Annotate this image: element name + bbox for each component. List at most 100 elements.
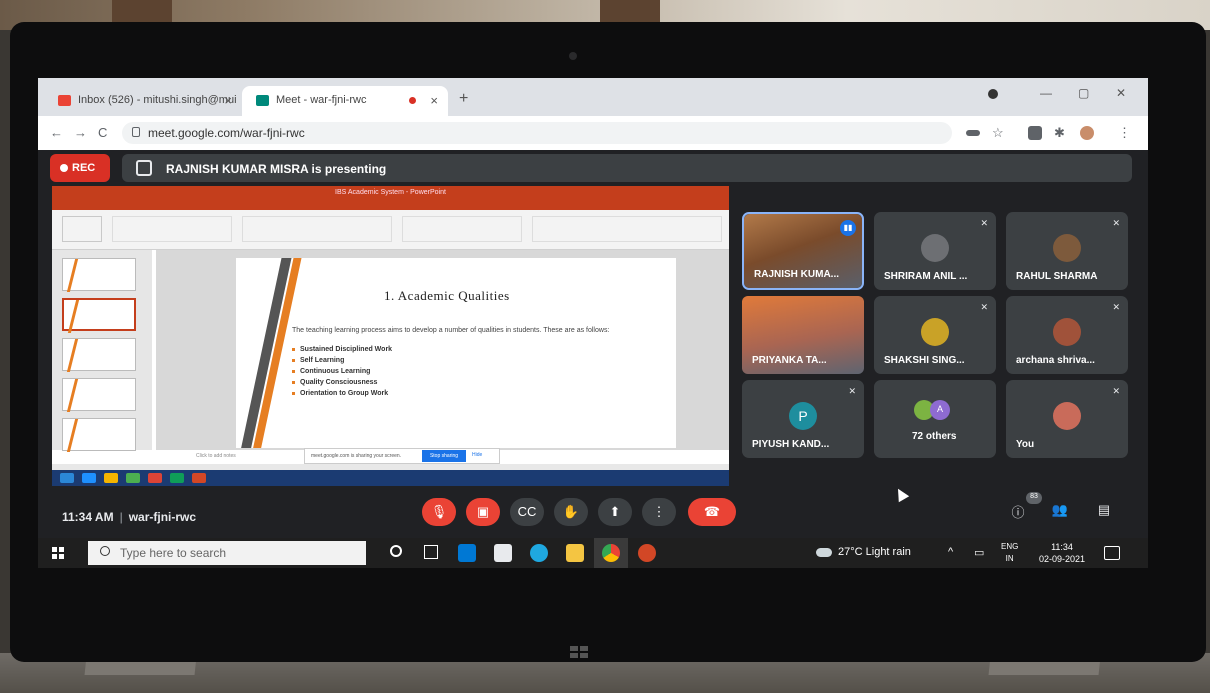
mic-off-icon: ✕ (1112, 218, 1120, 228)
powerpoint-icon[interactable] (638, 544, 656, 562)
recording-dot-icon (409, 97, 416, 104)
back-button[interactable]: ← (50, 125, 63, 140)
participant-avatar (1053, 234, 1081, 262)
taskbar-clock[interactable]: 11:34 02-09-2021 (1034, 541, 1090, 565)
clock-date: 02-09-2021 (1038, 554, 1086, 564)
participant-tile[interactable]: PRIYANKA TA... (742, 296, 864, 374)
mic-off-button[interactable]: 🎙 (422, 498, 456, 526)
profile-avatar[interactable] (1080, 126, 1094, 140)
start-button[interactable] (52, 547, 64, 559)
participant-tile[interactable]: ✕ RAHUL SHARMA (1006, 212, 1128, 290)
hide-button[interactable]: Hide (472, 452, 482, 458)
participant-initial-avatar: P (789, 402, 817, 430)
powerpoint-title-bar: IBS Academic System - PowerPoint (52, 186, 729, 210)
participant-name: PRIYANKA TA... (752, 355, 827, 366)
participant-avatar (1053, 318, 1081, 346)
self-name: You (1016, 439, 1035, 450)
url-input[interactable]: meet.google.com/war-fjni-rwc (122, 122, 952, 144)
participant-tile[interactable]: ✕ archana shriva... (1006, 296, 1128, 374)
edge-icon[interactable] (530, 544, 548, 562)
windows-logo-icon (570, 646, 590, 660)
slide-bullet: Orientation to Group Work (292, 390, 392, 401)
new-tab-button[interactable]: + (459, 90, 468, 108)
taskbar-search-input[interactable]: Type here to search (88, 541, 366, 565)
ie-icon (82, 473, 96, 483)
self-tile[interactable]: ✕ You (1006, 380, 1128, 458)
camera-in-use-icon[interactable] (966, 130, 980, 136)
store-icon[interactable] (494, 544, 512, 562)
slide-bullet: Quality Consciousness (292, 379, 392, 390)
start-icon (60, 473, 74, 483)
close-window-button[interactable]: ✕ (1116, 86, 1126, 100)
mail-icon[interactable] (458, 544, 476, 562)
slide-bullet-list: Sustained Disciplined Work Self Learning… (292, 346, 392, 401)
chat-icon[interactable]: ▤ (1094, 502, 1114, 522)
mic-off-icon: ✕ (1112, 386, 1120, 396)
participant-tile[interactable]: ✕ P PIYUSH KAND... (742, 380, 864, 458)
laptop-screen: Inbox (526) - mitushi.singh@mui × Meet -… (38, 78, 1148, 568)
cortana-icon[interactable] (390, 545, 402, 557)
bookmark-star-icon[interactable]: ☆ (992, 125, 1004, 141)
tab-label: Meet - war-fjni-rwc (276, 94, 367, 106)
participant-name: PIYUSH KAND... (752, 439, 830, 450)
reload-button[interactable]: C (98, 125, 107, 140)
chrome-icon[interactable] (602, 544, 620, 562)
notification-center-icon[interactable] (1104, 546, 1120, 560)
participant-tile[interactable]: ✕ SHRIRAM ANIL ... (874, 212, 996, 290)
weather-widget[interactable]: 27°C Light rain (816, 546, 911, 558)
self-avatar (1053, 402, 1081, 430)
network-icon[interactable]: ▭ (974, 546, 984, 559)
close-tab-icon[interactable]: × (430, 93, 438, 108)
file-explorer-icon[interactable] (566, 544, 584, 562)
shared-screen: IBS Academic System - PowerPoint 1. Acad… (52, 186, 729, 486)
recording-indicator[interactable]: REC (50, 154, 110, 182)
windows-taskbar: Type here to search 27°C Light rain ^ ▭ … (38, 538, 1148, 568)
tab-meet[interactable]: Meet - war-fjni-rwc × (242, 86, 448, 116)
others-tile[interactable]: A 72 others (874, 380, 996, 458)
participant-name: RAHUL SHARMA (1016, 271, 1098, 282)
meeting-details: 11:34 AM | war-fjni-rwc (62, 510, 196, 524)
camera-off-button[interactable]: ▣ (466, 498, 500, 526)
raise-hand-button[interactable]: ✋ (554, 498, 588, 526)
stop-sharing-button[interactable]: Stop sharing (422, 450, 466, 462)
mic-off-icon: ✕ (848, 386, 856, 396)
slide-thumbnail[interactable] (62, 258, 136, 292)
people-icon[interactable]: 👥 (1050, 502, 1070, 522)
task-view-icon[interactable] (424, 545, 438, 559)
media-control-icon[interactable] (988, 89, 998, 99)
powerpoint-ribbon (52, 210, 729, 250)
maximize-button[interactable]: ▢ (1078, 86, 1089, 100)
url-text: meet.google.com/war-fjni-rwc (148, 126, 305, 140)
more-options-button[interactable]: ⋮ (642, 498, 676, 526)
slide-thumbnail-selected[interactable] (62, 298, 136, 333)
meet-icon (256, 95, 269, 106)
close-tab-icon[interactable]: × (224, 93, 232, 108)
shared-taskbar (52, 470, 729, 486)
language-indicator[interactable]: ENG IN (1001, 541, 1018, 565)
minimize-button[interactable]: — (1040, 86, 1052, 100)
leave-call-button[interactable]: ☎ (688, 498, 736, 526)
tab-gmail[interactable]: Inbox (526) - mitushi.singh@mui × (44, 86, 242, 116)
cloud-rain-icon (816, 547, 832, 557)
gmail-icon (58, 95, 71, 106)
meeting-details-info-icon[interactable]: ⓘ (1008, 502, 1028, 522)
chrome-menu-icon[interactable]: ⋮ (1118, 125, 1131, 141)
participant-initial-avatar: A (930, 400, 950, 420)
address-bar-row: ← → C meet.google.com/war-fjni-rwc ☆ ✱ ⋮ (38, 116, 1148, 150)
show-hidden-icons-chevron-icon[interactable]: ^ (948, 546, 953, 558)
slide-intro: The teaching learning process aims to de… (292, 327, 610, 334)
forward-button[interactable]: → (74, 125, 87, 140)
slide-thumbnail[interactable] (62, 378, 136, 412)
puzzle-extensions-icon[interactable]: ✱ (1054, 125, 1065, 141)
slide-thumbnail[interactable] (62, 338, 136, 372)
folder-icon (104, 473, 118, 483)
participant-tile[interactable]: ✕ SHAKSHI SING... (874, 296, 996, 374)
present-now-button[interactable]: ⬆ (598, 498, 632, 526)
mouse-cursor-icon (892, 485, 910, 503)
lock-icon (132, 127, 140, 137)
slide-thumbnail[interactable] (62, 418, 136, 452)
participant-tile[interactable]: ▮▮ RAJNISH KUMA... (742, 212, 864, 290)
captions-button[interactable]: CC (510, 498, 544, 526)
slide-thumbnail-pane (52, 250, 152, 452)
extension-icon[interactable] (1028, 126, 1042, 140)
